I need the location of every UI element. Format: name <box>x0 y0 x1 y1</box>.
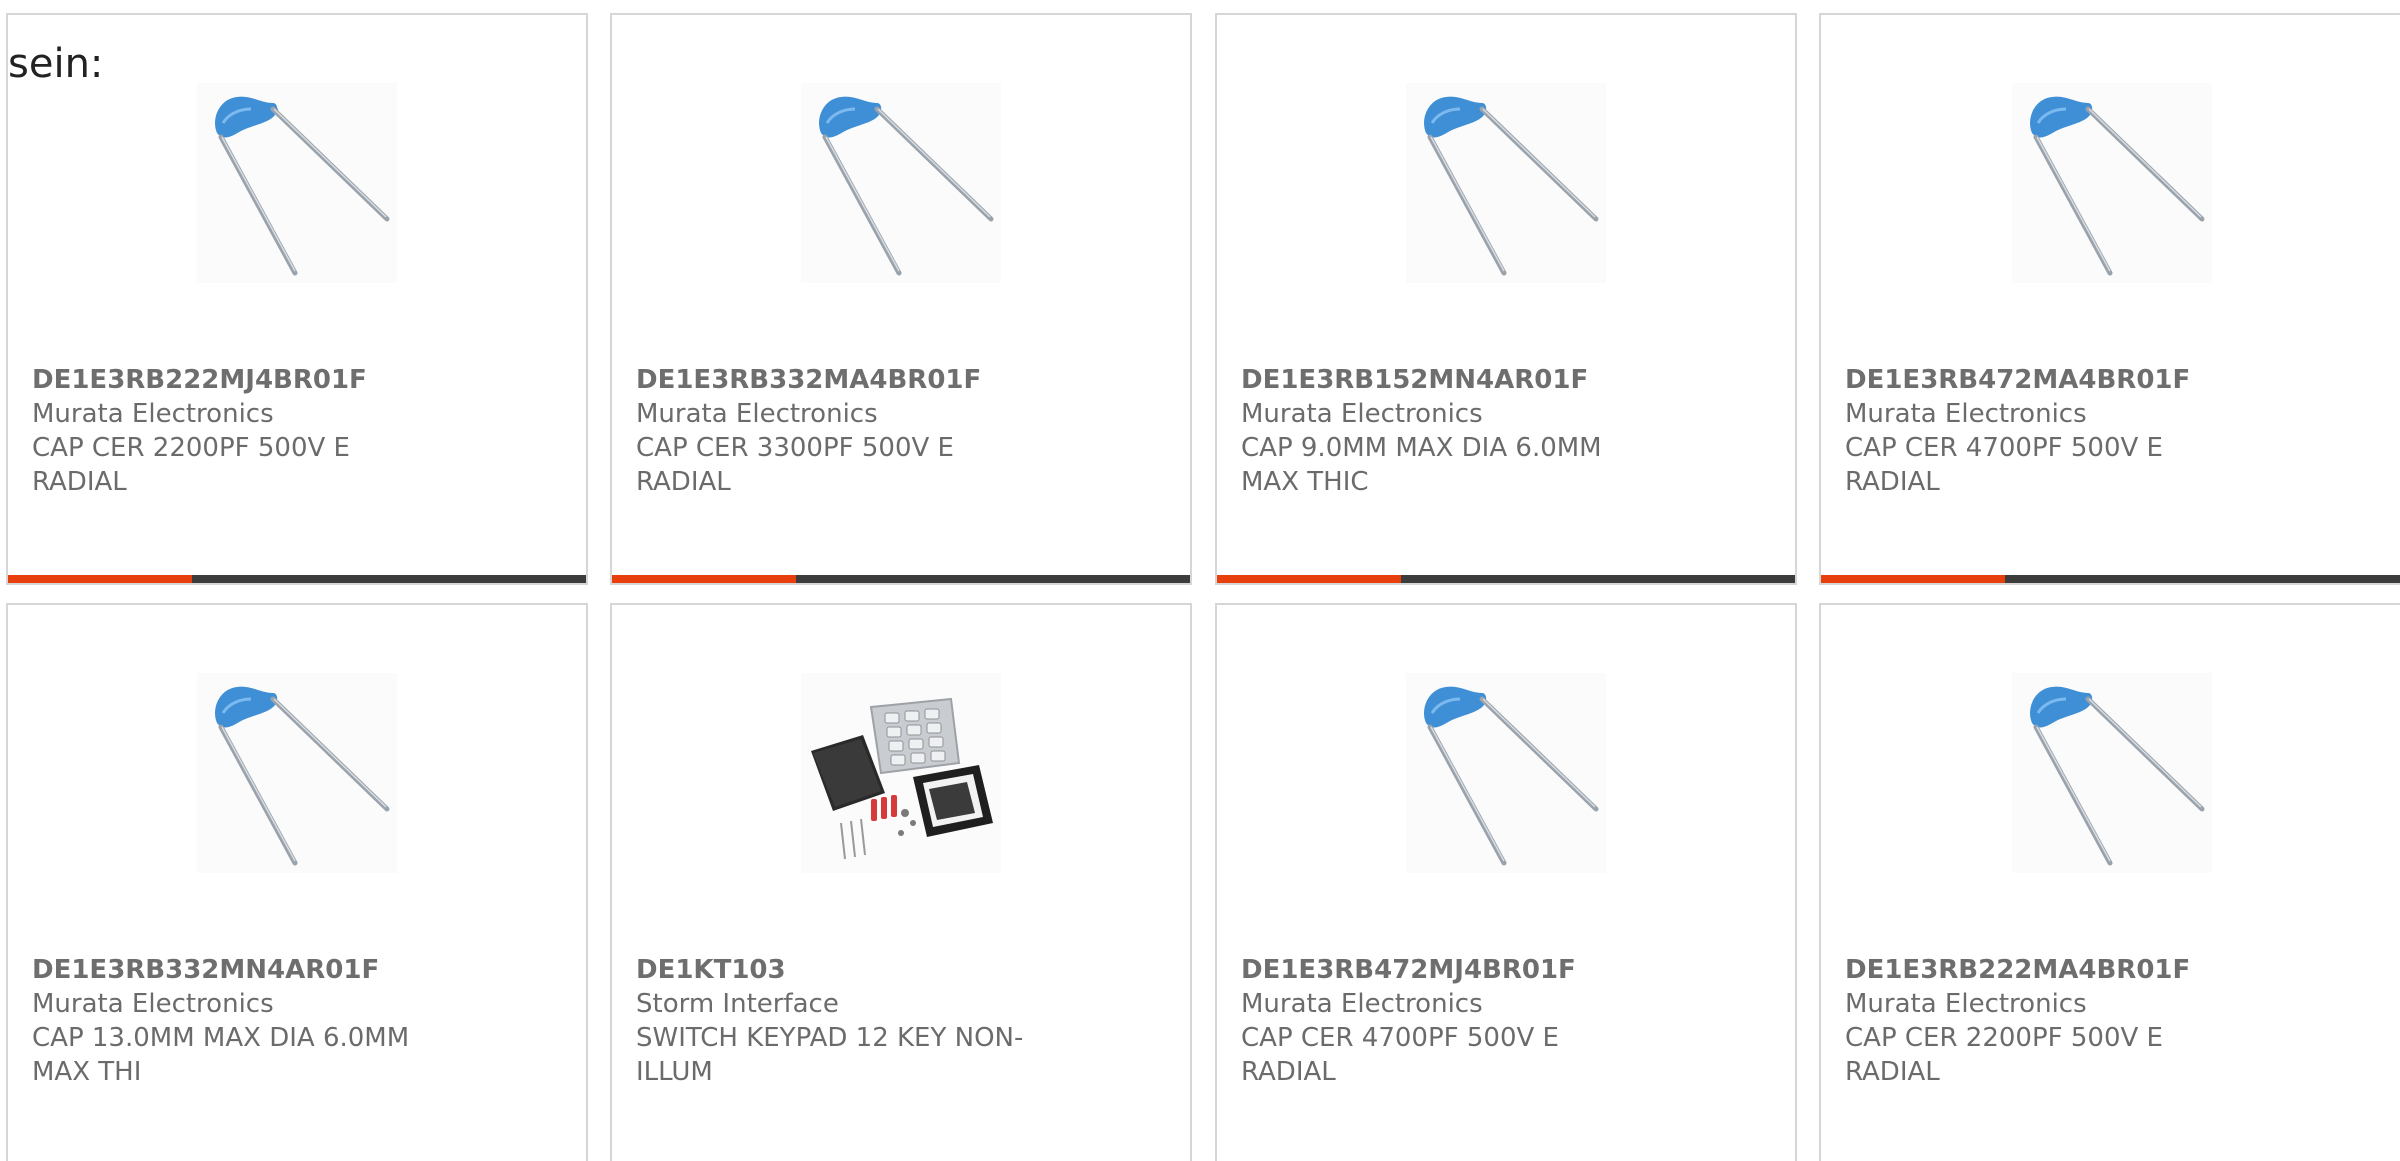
product-info: DE1E3RB332MN4AR01F Murata Electronics CA… <box>32 953 432 1089</box>
product-info: DE1E3RB222MA4BR01F Murata Electronics CA… <box>1845 953 2245 1089</box>
ceramic-capacitor-icon <box>801 83 1001 283</box>
card-bar <box>612 575 1190 583</box>
manufacturer: Murata Electronics <box>1845 399 2087 429</box>
manufacturer: Murata Electronics <box>32 989 274 1019</box>
manufacturer: Murata Electronics <box>1241 989 1483 1019</box>
description: CAP 9.0MM MAX DIA 6.0MM MAX THIC <box>1241 433 1602 497</box>
description: CAP CER 2200PF 500V E RADIAL <box>32 433 350 497</box>
part-number-link[interactable]: DE1E3RB222MA4BR01F <box>1845 953 2245 987</box>
keypad-kit-icon <box>801 673 1001 873</box>
part-number-link[interactable]: DE1E3RB472MA4BR01F <box>1845 363 2245 397</box>
manufacturer: Murata Electronics <box>1845 989 2087 1019</box>
product-card[interactable]: DE1E3RB332MN4AR01F Murata Electronics CA… <box>6 603 588 1161</box>
manufacturer: Murata Electronics <box>1241 399 1483 429</box>
part-number-link[interactable]: DE1E3RB222MJ4BR01F <box>32 363 432 397</box>
ceramic-capacitor-icon <box>197 83 397 283</box>
manufacturer: Murata Electronics <box>636 399 878 429</box>
lead-text: sein: <box>8 41 104 87</box>
ceramic-capacitor-icon <box>1406 673 1606 873</box>
product-card[interactable]: DE1KT103 Storm Interface SWITCH KEYPAD 1… <box>610 603 1192 1161</box>
description: CAP CER 3300PF 500V E RADIAL <box>636 433 954 497</box>
part-number-link[interactable]: DE1E3RB332MN4AR01F <box>32 953 432 987</box>
product-card[interactable]: DE1E3RB152MN4AR01F Murata Electronics CA… <box>1215 13 1797 585</box>
product-card[interactable]: DE1E3RB472MJ4BR01F Murata Electronics CA… <box>1215 603 1797 1161</box>
product-card[interactable]: DE1E3RB472MA4BR01F Murata Electronics CA… <box>1819 13 2400 585</box>
product-info: DE1E3RB332MA4BR01F Murata Electronics CA… <box>636 363 1036 499</box>
description: CAP 13.0MM MAX DIA 6.0MM MAX THI <box>32 1023 410 1087</box>
product-info: DE1E3RB472MJ4BR01F Murata Electronics CA… <box>1241 953 1641 1089</box>
manufacturer: Murata Electronics <box>32 399 274 429</box>
part-number-link[interactable]: DE1KT103 <box>636 953 1036 987</box>
card-bar-accent <box>612 575 796 583</box>
product-info: DE1KT103 Storm Interface SWITCH KEYPAD 1… <box>636 953 1036 1089</box>
card-bar <box>1217 575 1795 583</box>
card-bar-accent <box>1217 575 1401 583</box>
part-number-link[interactable]: DE1E3RB332MA4BR01F <box>636 363 1036 397</box>
description: SWITCH KEYPAD 12 KEY NON-ILLUM <box>636 1023 1024 1087</box>
card-bar-accent <box>1821 575 2005 583</box>
ceramic-capacitor-icon <box>197 673 397 873</box>
product-info: DE1E3RB222MJ4BR01F Murata Electronics CA… <box>32 363 432 499</box>
product-grid-page: sein: DE1E3RB222MJ4BR01F Murata Electron… <box>0 0 2400 1161</box>
description: CAP CER 4700PF 500V E RADIAL <box>1845 433 2163 497</box>
ceramic-capacitor-icon <box>2012 83 2212 283</box>
product-card[interactable]: DE1E3RB222MJ4BR01F Murata Electronics CA… <box>6 13 588 585</box>
part-number-link[interactable]: DE1E3RB472MJ4BR01F <box>1241 953 1641 987</box>
product-info: DE1E3RB472MA4BR01F Murata Electronics CA… <box>1845 363 2245 499</box>
part-number-link[interactable]: DE1E3RB152MN4AR01F <box>1241 363 1641 397</box>
card-bar <box>8 575 586 583</box>
product-info: DE1E3RB152MN4AR01F Murata Electronics CA… <box>1241 363 1641 499</box>
ceramic-capacitor-icon <box>1406 83 1606 283</box>
card-bar <box>1821 575 2400 583</box>
manufacturer: Storm Interface <box>636 989 839 1019</box>
card-bar-accent <box>8 575 192 583</box>
description: CAP CER 2200PF 500V E RADIAL <box>1845 1023 2163 1087</box>
ceramic-capacitor-icon <box>2012 673 2212 873</box>
product-card[interactable]: DE1E3RB332MA4BR01F Murata Electronics CA… <box>610 13 1192 585</box>
description: CAP CER 4700PF 500V E RADIAL <box>1241 1023 1559 1087</box>
product-card[interactable]: DE1E3RB222MA4BR01F Murata Electronics CA… <box>1819 603 2400 1161</box>
